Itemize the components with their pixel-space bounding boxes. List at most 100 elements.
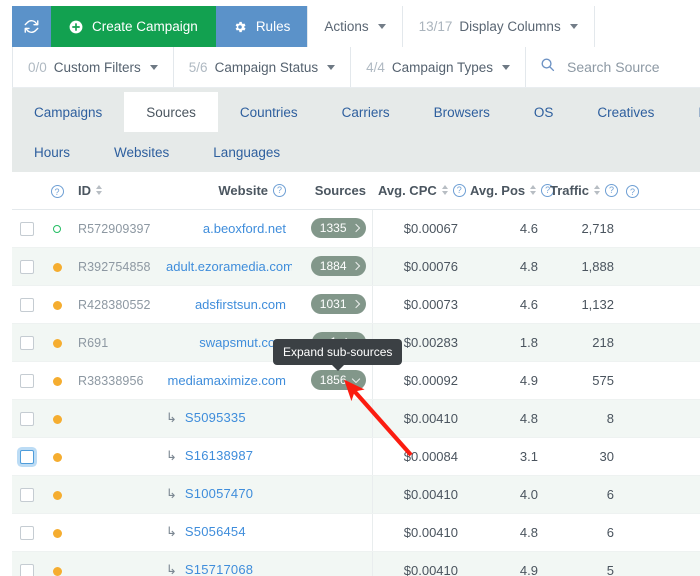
sort-icon[interactable]: [530, 185, 537, 196]
row-avg-cpc: $0.00410: [371, 551, 464, 576]
sources-badge[interactable]: 1884: [310, 256, 366, 276]
row-checkbox[interactable]: [20, 487, 34, 502]
table-row[interactable]: R392754858 adult.ezoramedia.com 1884 $0.000…: [12, 247, 700, 286]
row-traffic: 1,888: [544, 247, 620, 286]
row-checkbox[interactable]: [20, 525, 34, 540]
sort-icon[interactable]: [594, 185, 601, 196]
table-row[interactable]: R428380552 adsfirstsun.com 1031 $0.00073 4.6…: [12, 285, 700, 324]
table-subrow[interactable]: ↳ S5056454 $0.00410 4.8 6: [12, 513, 700, 552]
tab-carriers[interactable]: Carriers: [320, 92, 412, 132]
data-table-container: ? ID Website ? Sources Avg. CPC ? Avg. P…: [12, 172, 700, 576]
tab-campaigns[interactable]: Campaigns: [12, 92, 124, 132]
website-link[interactable]: adsfirstsun.com: [195, 297, 286, 312]
search-icon[interactable]: [540, 57, 555, 77]
header-id[interactable]: ID: [72, 172, 160, 210]
row-avg-cpc: $0.00067: [371, 209, 464, 248]
help-icon[interactable]: ?: [452, 183, 466, 197]
row-avg-pos: 4.9: [464, 361, 544, 400]
actions-menu[interactable]: Actions: [307, 6, 403, 47]
sources-badge[interactable]: 1856: [310, 370, 366, 390]
campaign-status-menu[interactable]: 5/6 Campaign Status: [172, 47, 350, 87]
tab-languages[interactable]: Languages: [191, 132, 302, 172]
display-columns-menu[interactable]: 13/17 Display Columns: [403, 6, 595, 47]
table-subrow[interactable]: ↳ S15717068 $0.00410 4.9 5: [12, 551, 700, 576]
header-next-column[interactable]: ?: [620, 172, 700, 210]
tab-os[interactable]: OS: [512, 92, 576, 132]
table-subrow[interactable]: ↳ S10057470 $0.00410 4.0 6: [12, 475, 700, 514]
sub-row-arrow-icon: ↳: [166, 562, 177, 576]
row-id: R428380552: [78, 297, 151, 312]
tab-row-primary: Campaigns Sources Countries Carriers Browser…: [12, 92, 700, 132]
table-header-row: ? ID Website ? Sources Avg. CPC ? Avg. P…: [12, 172, 700, 210]
row-sources-cell: [292, 551, 372, 576]
row-id-cell: R691: [72, 323, 160, 362]
header-website[interactable]: Website ?: [160, 172, 292, 210]
tab-dates[interactable]: Dates: [676, 92, 700, 132]
row-sources-cell: 1884: [292, 247, 372, 286]
table-subrow[interactable]: ↳ S16138987 $0.00084 3.1 30: [12, 437, 700, 476]
help-icon[interactable]: ?: [273, 183, 286, 197]
table-body: R572909397 a.beoxford.net 1335 $0.00067 4.6 2…: [12, 209, 700, 576]
row-checkbox[interactable]: [20, 373, 34, 388]
sub-source-link[interactable]: S15717068: [185, 562, 253, 576]
row-overflow-cell: [620, 513, 700, 552]
header-traffic-label: Traffic: [550, 182, 590, 198]
sub-source-link[interactable]: S10057470: [185, 486, 253, 501]
display-columns-count: 13/17: [418, 19, 453, 34]
table-row[interactable]: R38338956 mediamaximize.com 1856 $0.00092 4.…: [12, 361, 700, 400]
sort-icon[interactable]: [96, 185, 102, 196]
tab-strip: Campaigns Sources Countries Carriers Browser…: [12, 88, 700, 172]
row-website-cell: adsfirstsun.com: [160, 285, 292, 324]
tab-countries[interactable]: Countries: [218, 92, 320, 132]
header-avg-cpc[interactable]: Avg. CPC ?: [372, 172, 466, 210]
tab-creatives[interactable]: Creatives: [575, 92, 676, 132]
status-dot: [52, 490, 62, 500]
status-dot: [52, 566, 62, 576]
table-row[interactable]: R691 swapsmut.com 1 $0.00283 1.8 218: [12, 323, 700, 362]
row-checkbox[interactable]: [20, 563, 34, 576]
row-traffic: 575: [544, 361, 620, 400]
website-link[interactable]: mediamaximize.com: [168, 373, 286, 388]
chevron-right-icon: [351, 261, 360, 271]
website-link[interactable]: swapsmut.com: [199, 335, 286, 350]
sub-source-link[interactable]: S5095335: [185, 410, 246, 425]
row-sources-cell: [292, 437, 372, 476]
website-link[interactable]: a.beoxford.net: [203, 221, 286, 236]
header-traffic[interactable]: Traffic ?: [544, 172, 620, 210]
row-checkbox[interactable]: [20, 297, 34, 312]
sources-badge[interactable]: 1: [311, 332, 366, 352]
website-link[interactable]: adult.ezoramedia.com: [166, 259, 292, 274]
row-id-cell: R38338956: [72, 361, 160, 400]
sources-badge[interactable]: 1335: [310, 218, 366, 238]
help-icon[interactable]: ?: [626, 185, 639, 198]
row-overflow-cell: [620, 209, 700, 248]
refresh-button[interactable]: [12, 6, 51, 47]
row-checkbox[interactable]: [20, 449, 34, 464]
sub-source-link[interactable]: S5056454: [185, 524, 246, 539]
table-subrow[interactable]: ↳ S5095335 $0.00410 4.8 8: [12, 399, 700, 438]
row-checkbox[interactable]: [20, 221, 34, 236]
rules-button[interactable]: Rules: [215, 6, 308, 47]
row-checkbox[interactable]: [20, 411, 34, 426]
header-avg-pos-label: Avg. Pos: [470, 182, 526, 198]
sub-row-arrow-icon: ↳: [166, 410, 177, 425]
create-campaign-button[interactable]: Create Campaign: [51, 6, 216, 47]
search-input[interactable]: [564, 58, 686, 76]
sources-badge[interactable]: 1031: [310, 294, 366, 314]
tab-websites[interactable]: Websites: [92, 132, 191, 172]
help-icon[interactable]: ?: [50, 185, 64, 198]
table-row[interactable]: R572909397 a.beoxford.net 1335 $0.00067 4.6 2…: [12, 209, 700, 248]
sort-icon[interactable]: [441, 185, 448, 196]
header-sources[interactable]: Sources: [292, 172, 372, 210]
help-icon[interactable]: ?: [605, 183, 619, 197]
tab-sources[interactable]: Sources: [124, 92, 218, 132]
custom-filters-menu[interactable]: 0/0 Custom Filters: [12, 47, 173, 87]
tab-browsers[interactable]: Browsers: [412, 92, 512, 132]
row-checkbox[interactable]: [20, 335, 34, 350]
tab-hours[interactable]: Hours: [12, 132, 92, 172]
header-avg-pos[interactable]: Avg. Pos ?: [464, 172, 555, 210]
sub-source-link[interactable]: S16138987: [185, 448, 253, 463]
chevron-down-icon: [569, 24, 578, 29]
row-checkbox[interactable]: [20, 259, 34, 274]
campaign-types-menu[interactable]: 4/4 Campaign Types: [350, 47, 525, 87]
